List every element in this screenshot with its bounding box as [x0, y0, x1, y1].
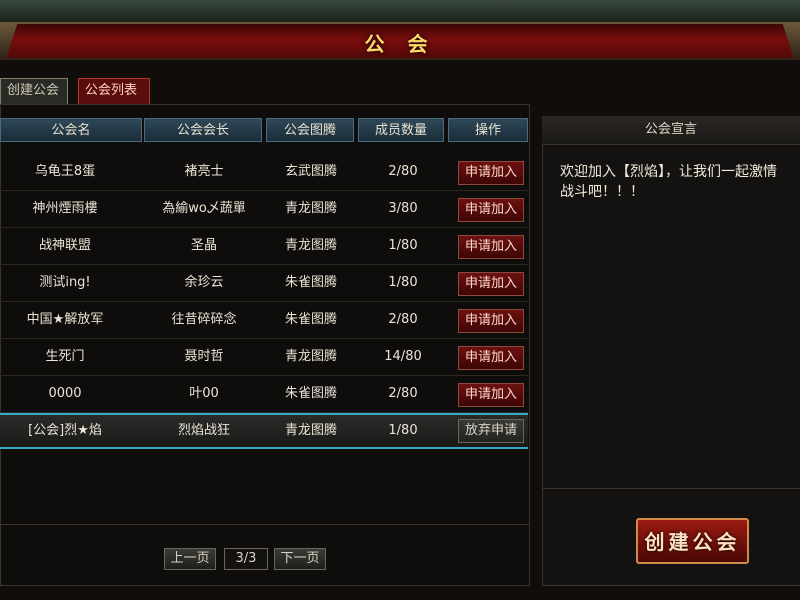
guild-leader: 余珍云 — [184, 275, 224, 290]
page-indicator: 3/3 — [224, 548, 268, 570]
guild-row[interactable]: 0000 叶00 朱雀图腾 2/80 申请加入 — [0, 377, 528, 413]
guild-name: 神州煙雨樓 — [32, 201, 98, 216]
guild-leader: 褚亮士 — [184, 164, 224, 179]
apply-join-button[interactable]: 申请加入 — [458, 383, 524, 407]
next-page-button[interactable]: 下一页 — [274, 548, 326, 570]
guild-leader: 往昔碎碎念 — [171, 312, 237, 327]
guild-name: 战神联盟 — [38, 238, 91, 253]
guild-row[interactable]: 测试ing! 余珍云 朱雀图腾 1/80 申请加入 — [0, 266, 528, 302]
guild-row[interactable]: 战神联盟 圣晶 青龙图腾 1/80 申请加入 — [0, 229, 528, 265]
apply-join-button[interactable]: 申请加入 — [458, 309, 524, 333]
guild-row[interactable]: 神州煙雨樓 為緰wo乄蔬單 青龙图腾 3/80 申请加入 — [0, 192, 528, 228]
column-header-action: 操作 — [448, 118, 528, 142]
guild-members: 14/80 — [384, 349, 422, 364]
guild-row-selected[interactable]: [公会]烈★焰 烈焰战狂 青龙图腾 1/80 放弃申请 — [0, 413, 528, 449]
guild-name: [公会]烈★焰 — [28, 423, 102, 438]
guild-name: 中国★解放军 — [26, 312, 104, 327]
guild-row[interactable]: 生死门 聂时哲 青龙图腾 14/80 申请加入 — [0, 340, 528, 376]
guild-row[interactable]: 乌龟王8蛋 褚亮士 玄武图腾 2/80 申请加入 — [0, 155, 528, 191]
guild-leader: 圣晶 — [190, 238, 217, 253]
guild-members: 1/80 — [388, 275, 418, 290]
apply-join-button[interactable]: 申请加入 — [458, 272, 524, 296]
window-title-bar: 公 会 — [0, 22, 800, 60]
guild-totem: 青龙图腾 — [284, 238, 337, 253]
guild-totem: 朱雀图腾 — [284, 386, 337, 401]
guild-totem: 朱雀图腾 — [284, 275, 337, 290]
prev-page-button[interactable]: 上一页 — [164, 548, 216, 570]
window-title: 公 会 — [364, 32, 436, 56]
column-header-members: 成员数量 — [358, 118, 444, 142]
guild-members: 3/80 — [388, 201, 418, 216]
guild-name: 测试ing! — [39, 275, 91, 290]
guild-leader: 叶00 — [189, 386, 219, 401]
guild-members: 2/80 — [388, 312, 418, 327]
guild-members: 2/80 — [388, 164, 418, 179]
declaration-line-1: 欢迎加入【烈焰】，让我们一起激情 — [560, 164, 777, 180]
declaration-text: 欢迎加入【烈焰】，让我们一起激情 战斗吧！！！ — [560, 162, 800, 202]
guild-totem: 青龙图腾 — [284, 201, 337, 216]
apply-join-button[interactable]: 申请加入 — [458, 235, 524, 259]
declaration-line-2: 战斗吧！！！ — [560, 184, 644, 200]
guild-row[interactable]: 中国★解放军 往昔碎碎念 朱雀图腾 2/80 申请加入 — [0, 303, 528, 339]
guild-totem: 朱雀图腾 — [284, 312, 337, 327]
create-guild-button[interactable]: 创建公会 — [636, 518, 749, 564]
column-header-leader: 公会会长 — [144, 118, 262, 142]
list-footer-divider — [0, 524, 530, 525]
guild-name: 乌龟王8蛋 — [34, 164, 96, 179]
game-background-strip — [0, 0, 800, 22]
declaration-title: 公会宣言 — [542, 116, 800, 145]
guild-totem: 玄武图腾 — [284, 164, 337, 179]
guild-totem: 青龙图腾 — [284, 349, 337, 364]
declaration-divider — [542, 488, 800, 489]
guild-leader: 烈焰战狂 — [177, 423, 230, 438]
guild-leader: 聂时哲 — [184, 349, 224, 364]
guild-name: 生死门 — [45, 349, 85, 364]
guild-totem: 青龙图腾 — [284, 423, 337, 438]
column-header-guild-name: 公会名 — [0, 118, 142, 142]
tab-create-guild[interactable]: 创建公会 — [0, 78, 68, 104]
guild-leader: 為緰wo乄蔬單 — [162, 201, 246, 216]
guild-members: 1/80 — [388, 238, 418, 253]
column-header-totem: 公会图腾 — [266, 118, 354, 142]
apply-join-button[interactable]: 申请加入 — [458, 161, 524, 185]
cancel-application-button[interactable]: 放弃申请 — [458, 419, 524, 443]
apply-join-button[interactable]: 申请加入 — [458, 198, 524, 222]
guild-members: 2/80 — [388, 386, 418, 401]
tab-guild-list[interactable]: 公会列表 — [78, 78, 150, 104]
guild-members: 1/80 — [388, 423, 418, 438]
guild-name: 0000 — [48, 386, 82, 401]
apply-join-button[interactable]: 申请加入 — [458, 346, 524, 370]
